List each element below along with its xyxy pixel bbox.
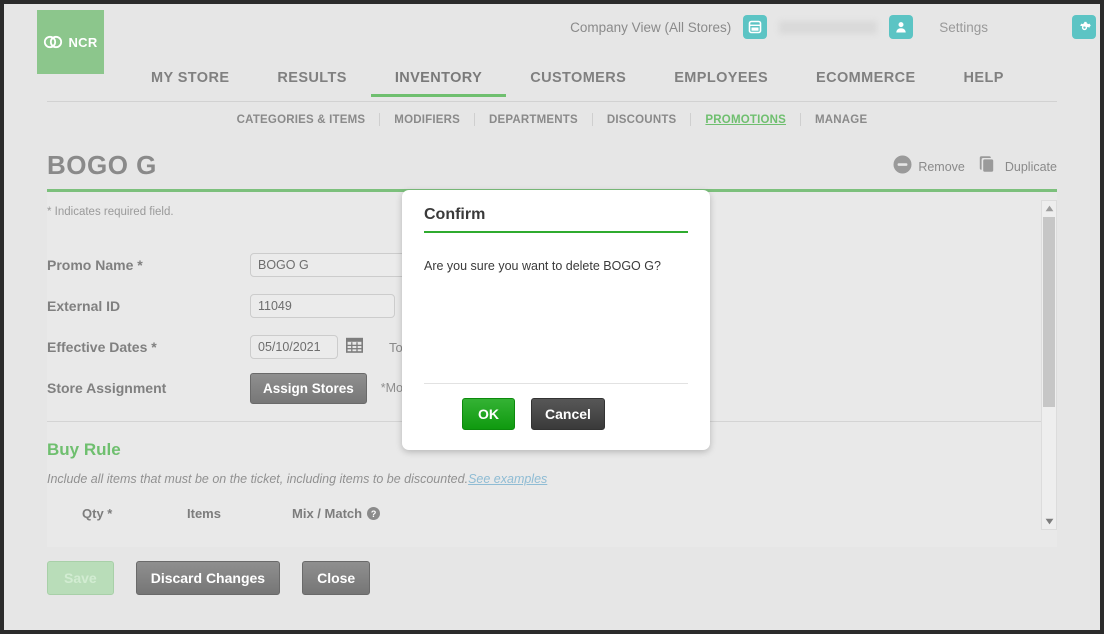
company-view-label[interactable]: Company View (All Stores) bbox=[570, 20, 731, 35]
duplicate-icon bbox=[979, 155, 999, 179]
nav-item-customers[interactable]: CUSTOMERS bbox=[506, 70, 650, 94]
nav-item-my-store[interactable]: MY STORE bbox=[127, 70, 253, 94]
app-window: NCR Company View (All Stores) Settings M… bbox=[0, 0, 1104, 634]
column-header-qty: Qty * bbox=[82, 506, 113, 521]
buy-rule-help-sentence: Include all items that must be on the ti… bbox=[47, 472, 469, 486]
confirm-dialog-title: Confirm bbox=[424, 206, 486, 223]
subnav-item-departments[interactable]: DEPARTMENTS bbox=[475, 114, 592, 126]
confirm-dialog-message: Are you sure you want to delete BOGO G? bbox=[424, 259, 661, 273]
store-assignment-label: Store Assignment bbox=[47, 380, 167, 396]
effective-dates-label: Effective Dates * bbox=[47, 339, 157, 355]
subnav-item-manage[interactable]: MANAGE bbox=[801, 114, 881, 126]
minus-circle-icon bbox=[893, 155, 912, 179]
save-button[interactable]: Save bbox=[47, 561, 114, 595]
subnav-item-discounts[interactable]: DISCOUNTS bbox=[593, 114, 691, 126]
see-examples-link[interactable]: See examples bbox=[468, 472, 547, 486]
nav-item-results[interactable]: RESULTS bbox=[253, 70, 370, 94]
to-label: To bbox=[389, 339, 403, 355]
help-icon[interactable]: ? bbox=[367, 507, 381, 520]
calendar-icon[interactable] bbox=[346, 337, 363, 358]
main-navigation: MY STORE RESULTS INVENTORY CUSTOMERS EMP… bbox=[4, 70, 1100, 102]
content-scrollbar[interactable] bbox=[1041, 200, 1057, 530]
external-id-input[interactable]: 11049 bbox=[250, 294, 395, 318]
subnav-item-modifiers[interactable]: MODIFIERS bbox=[380, 114, 474, 126]
effective-date-start-input[interactable]: 05/10/2021 bbox=[250, 335, 338, 359]
column-header-mix-match-label: Mix / Match bbox=[292, 506, 363, 521]
scrollbar-thumb[interactable] bbox=[1043, 217, 1055, 407]
form-footer-actions: Save Discard Changes Close bbox=[47, 561, 1057, 595]
confirm-dialog-actions: OK Cancel bbox=[462, 398, 605, 430]
ncr-logo[interactable]: NCR bbox=[37, 10, 104, 74]
duplicate-label: Duplicate bbox=[1004, 160, 1057, 174]
user-icon[interactable] bbox=[889, 15, 914, 39]
promo-name-input[interactable]: BOGO G bbox=[250, 253, 425, 277]
close-button[interactable]: Close bbox=[302, 561, 371, 595]
store-icon[interactable] bbox=[743, 15, 768, 39]
header-actions: Company View (All Stores) Settings bbox=[570, 15, 1096, 39]
sub-navigation: CATEGORIES & ITEMS MODIFIERS DEPARTMENTS… bbox=[4, 102, 1100, 133]
page-title-row: BOGO G Remove Duplicate bbox=[47, 141, 1057, 189]
duplicate-button[interactable]: Duplicate bbox=[979, 155, 1057, 179]
column-header-mix-match: Mix / Match ? bbox=[292, 506, 381, 521]
confirm-cancel-button[interactable]: Cancel bbox=[531, 398, 605, 430]
nav-item-help[interactable]: HELP bbox=[940, 70, 1028, 94]
promo-name-label: Promo Name * bbox=[47, 257, 143, 273]
nav-item-employees[interactable]: EMPLOYEES bbox=[650, 70, 792, 94]
column-header-items: Items bbox=[187, 506, 221, 521]
scroll-down-arrow-icon[interactable] bbox=[1042, 514, 1056, 529]
nav-item-ecommerce[interactable]: ECOMMERCE bbox=[792, 70, 939, 94]
remove-label: Remove bbox=[918, 160, 965, 174]
app-header: NCR Company View (All Stores) Settings bbox=[4, 4, 1100, 74]
subnav-item-promotions[interactable]: PROMOTIONS bbox=[691, 114, 800, 126]
scroll-up-arrow-icon[interactable] bbox=[1042, 201, 1056, 216]
ncr-mark-icon bbox=[43, 35, 65, 49]
external-id-label: External ID bbox=[47, 298, 121, 314]
buy-rule-table-header: Qty * Items Mix / Match ? bbox=[47, 506, 1057, 521]
discard-changes-button[interactable]: Discard Changes bbox=[135, 561, 281, 595]
username-redacted bbox=[779, 20, 878, 34]
remove-button[interactable]: Remove bbox=[893, 155, 965, 179]
subnav-item-categories-items[interactable]: CATEGORIES & ITEMS bbox=[223, 114, 380, 126]
confirm-dialog: Confirm Are you sure you want to delete … bbox=[402, 190, 710, 450]
confirm-ok-button[interactable]: OK bbox=[462, 398, 515, 430]
nav-divider bbox=[47, 101, 1057, 102]
page-title: BOGO G bbox=[47, 149, 157, 180]
buy-rule-help-text: Include all items that must be on the ti… bbox=[47, 472, 1057, 486]
nav-item-inventory[interactable]: INVENTORY bbox=[370, 70, 507, 97]
confirm-dialog-footer-divider bbox=[424, 383, 688, 384]
page-actions: Remove Duplicate bbox=[893, 155, 1057, 179]
assign-stores-button[interactable]: Assign Stores bbox=[250, 372, 367, 404]
gear-icon[interactable] bbox=[1072, 15, 1096, 39]
ncr-logo-text: NCR bbox=[68, 34, 98, 50]
settings-label[interactable]: Settings bbox=[939, 20, 988, 35]
